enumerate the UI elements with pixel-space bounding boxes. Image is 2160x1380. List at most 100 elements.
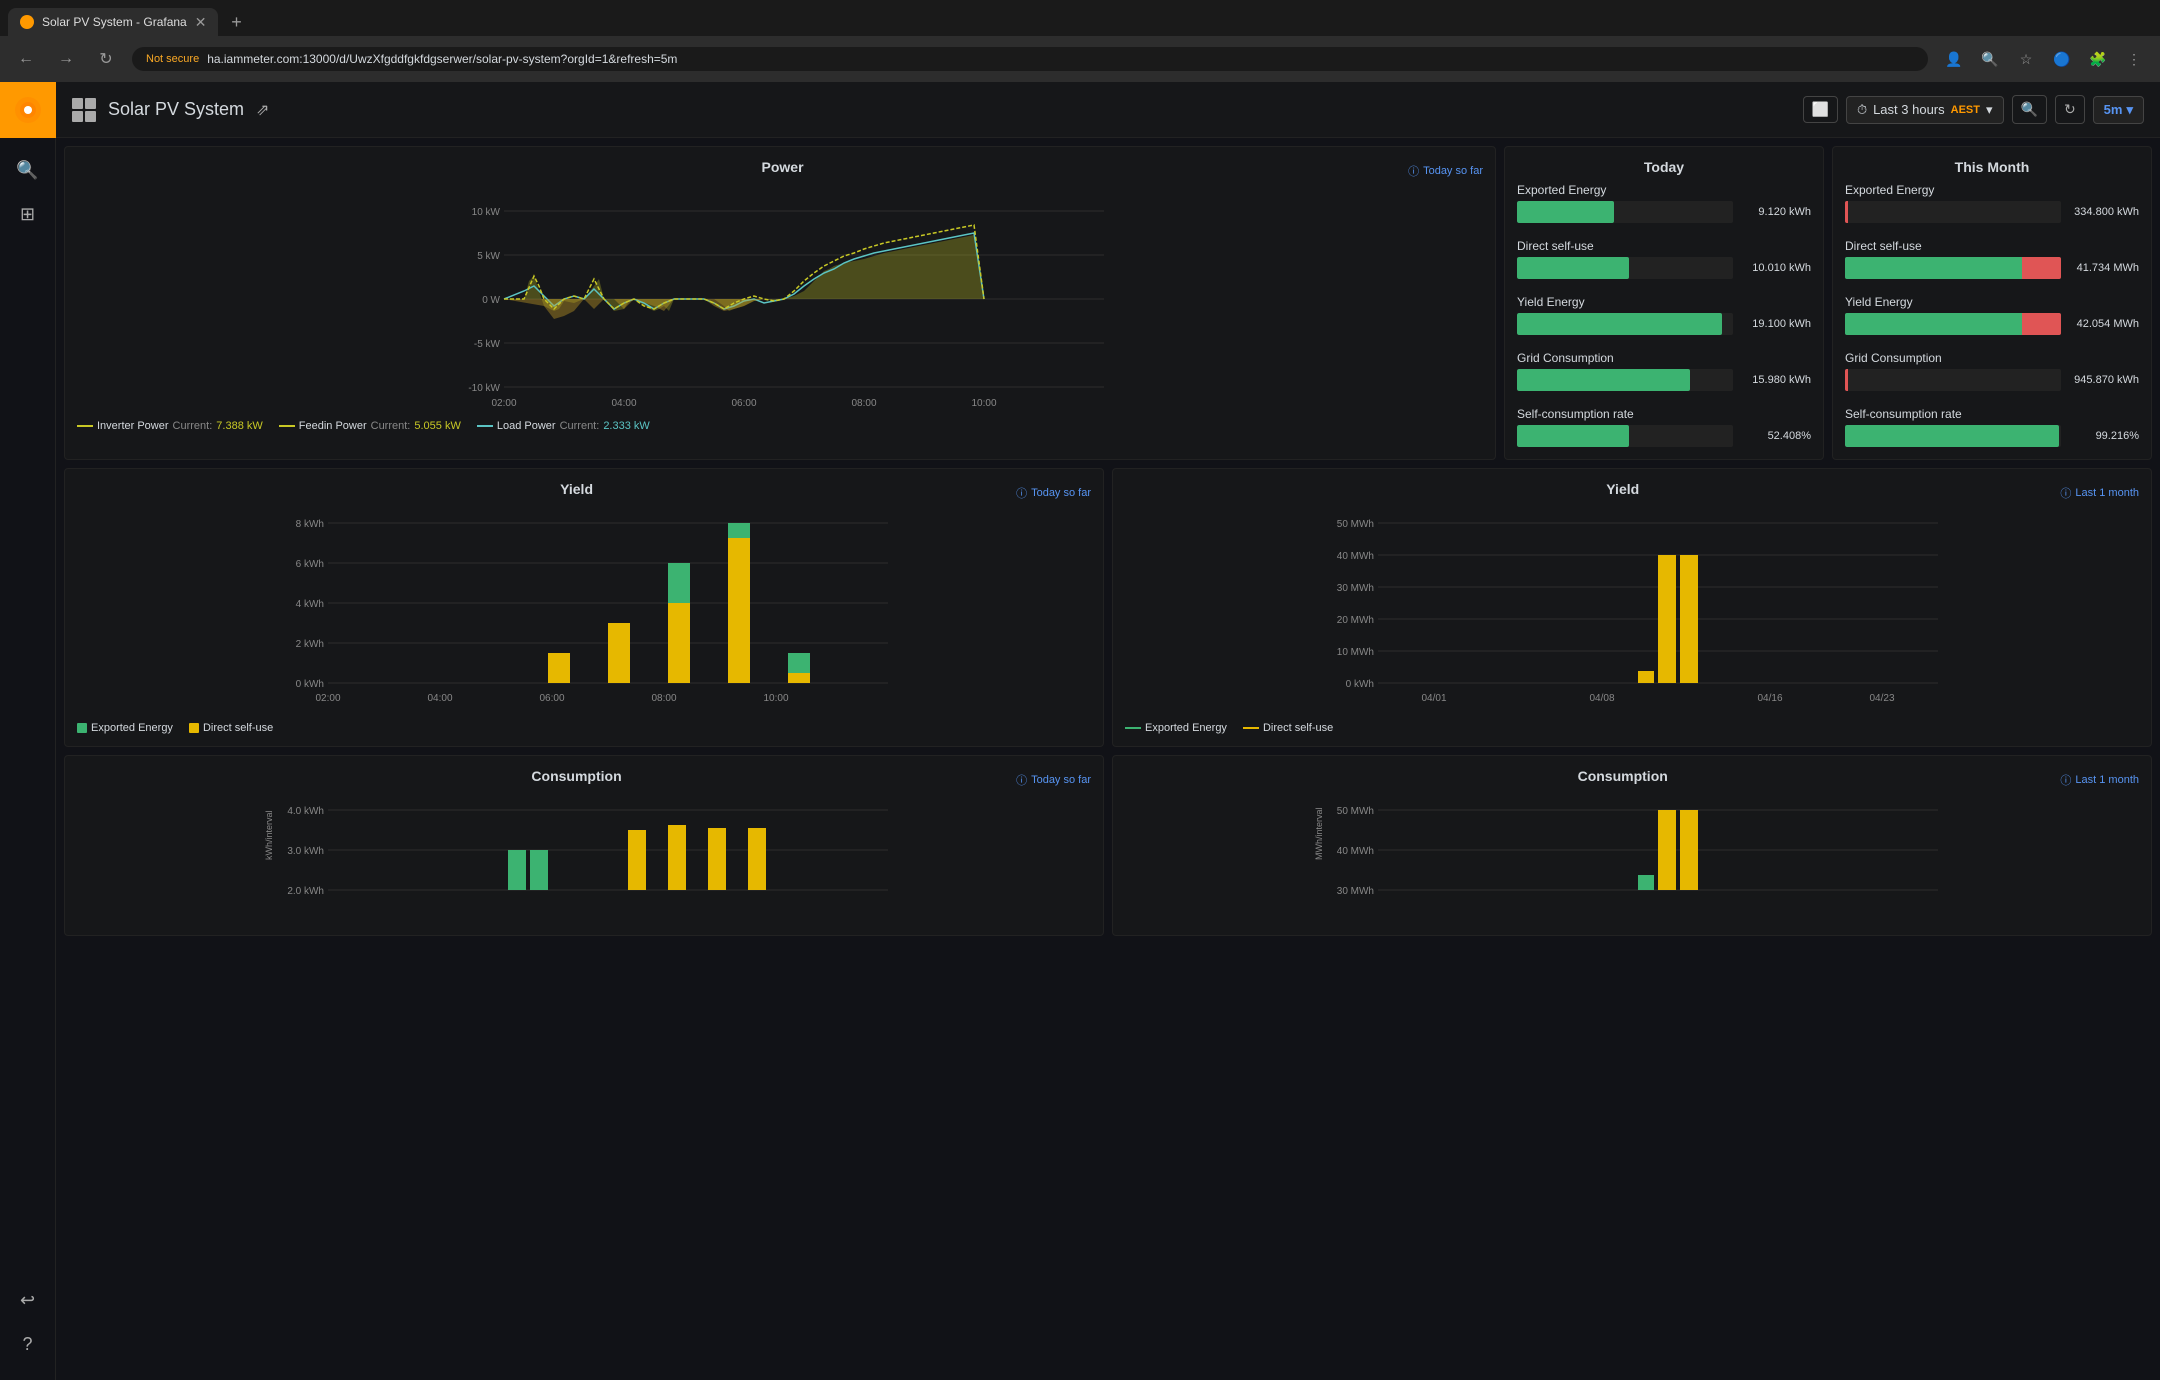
cons-today-bar-6 [748,828,766,890]
refresh-button[interactable]: ↻ [2055,95,2085,124]
new-tab-button[interactable]: + [222,8,250,36]
svg-text:5 kW: 5 kW [477,251,500,262]
svg-text:08:00: 08:00 [651,693,676,704]
month-grid-red-marker [1845,369,1848,391]
cons-today-bar-1 [508,850,526,890]
browser-chrome: Solar PV System - Grafana ✕ + ← → ↻ Not … [0,0,2160,82]
svg-text:0 kWh: 0 kWh [1346,679,1374,690]
left-sidebar: 🔍 ⊞ ↩ ? [0,82,56,1380]
yield-today-panel: Yield ⓘ Today so far [64,468,1104,747]
active-tab[interactable]: Solar PV System - Grafana ✕ [8,8,218,36]
extensions-icon[interactable]: 🧩 [2084,45,2112,73]
today-grid-value: 15.980 kWh [1741,374,1811,386]
yield-month-bar-2 [1680,555,1698,683]
consumption-today-panel: Consumption ⓘ Today so far 4.0 kWh 3.0 [64,755,1104,936]
bookmark-icon[interactable]: ☆ [2012,45,2040,73]
month-direct-value: 41.734 MWh [2069,262,2139,274]
month-grid-bar-row: 945.870 kWh [1845,369,2139,391]
direct-selfuse-month-label: Direct self-use [1263,722,1333,734]
svg-text:6 kWh: 6 kWh [296,559,324,570]
month-scr-label: Self-consumption rate [1845,407,2139,421]
today-exported-value: 9.120 kWh [1741,206,1811,218]
today-exported-bar-fill [1517,201,1614,223]
yield-today-svg: 8 kWh 6 kWh 4 kWh 2 kWh 0 kWh [125,513,1091,713]
month-yield-green-fill [1845,313,2022,335]
yield-month-bar-1 [1658,555,1676,683]
today-yield-bar-fill [1517,313,1722,335]
feedin-power-line-icon [279,425,295,427]
exported-energy-month-label: Exported Energy [1145,722,1227,734]
url-bar[interactable]: Not secure ha.iammeter.com:13000/d/UwzXf… [132,47,1928,71]
sidebar-item-dashboards[interactable]: ⊞ [8,194,48,234]
today-panel: Today Exported Energy 9.120 kWh [1504,146,1824,460]
today-grid-consumption: Grid Consumption 15.980 kWh [1517,351,1811,391]
zoom-out-button[interactable]: 🔍 [2012,95,2047,124]
forward-button[interactable]: → [52,50,80,68]
grafana-app: 🔍 ⊞ ↩ ? Solar PV System ⇗ ⬜ ⏱ Last 3 hou… [0,82,2160,1380]
svg-text:kWh/interval: kWh/interval [264,810,274,860]
time-picker[interactable]: ⏱ Last 3 hours AEST ▾ [1846,96,2004,124]
consumption-today-header: Consumption ⓘ Today so far [77,768,1091,792]
power-info-icon: ⓘ [1408,163,1419,179]
sidebar-item-search[interactable]: 🔍 [8,150,48,190]
this-month-panel: This Month Exported Energy 334.800 kWh [1832,146,2152,460]
yield-month-svg: 50 MWh 40 MWh 30 MWh 20 MWh 10 MWh 0 kWh [1177,513,2139,713]
browser-toolbar: 👤 🔍 ☆ 🔵 🧩 ⋮ [1940,45,2148,73]
svg-text:20 MWh: 20 MWh [1337,615,1374,626]
cons-month-bar-3 [1638,875,1654,890]
dashboard-grid-icon [72,98,96,122]
extension-icon[interactable]: 🔵 [2048,45,2076,73]
svg-text:04:00: 04:00 [427,693,452,704]
row-yield: Yield ⓘ Today so far [64,468,2152,747]
month-scr-bar-fill [1845,425,2059,447]
yield-bar-yellow-4 [728,538,750,683]
tab-favicon [20,15,34,29]
legend-direct-selfuse-yield: Direct self-use [189,722,273,734]
tv-mode-button[interactable]: ⬜ [1803,96,1838,123]
svg-text:04/16: 04/16 [1757,693,1782,704]
today-stats: Exported Energy 9.120 kWh Direct self-us… [1517,183,1811,447]
grafana-logo[interactable] [0,82,56,138]
sidebar-item-help[interactable]: ? [8,1324,48,1364]
svg-text:30 MWh: 30 MWh [1337,583,1374,594]
back-button[interactable]: ← [12,50,40,68]
svg-text:50 MWh: 50 MWh [1337,519,1374,530]
svg-text:10:00: 10:00 [763,693,788,704]
refresh-interval[interactable]: 5m ▾ [2093,96,2144,124]
consumption-today-subtitle: Today so far [1031,774,1091,786]
svg-text:-10 kW: -10 kW [468,383,500,394]
month-scr-value: 99.216% [2069,430,2139,442]
sidebar-item-back[interactable]: ↩ [8,1280,48,1320]
yield-month-bar-small [1638,671,1654,683]
legend-load-power: Load Power Current: 2.333 kW [477,420,650,432]
power-legend: Inverter Power Current: 7.388 kW Feedin … [77,420,1483,432]
tab-close-button[interactable]: ✕ [195,14,207,31]
svg-text:04:00: 04:00 [611,398,636,409]
today-yield-bar-row: 19.100 kWh [1517,313,1811,335]
profile-icon[interactable]: 👤 [1940,45,1968,73]
month-direct-bar-bg [1845,257,2061,279]
yield-today-header: Yield ⓘ Today so far [77,481,1091,505]
consumption-month-svg: 50 MWh 40 MWh 30 MWh MWh/interval [1177,800,2139,920]
share-icon[interactable]: ⇗ [256,100,269,120]
month-yield-label: Yield Energy [1845,295,2139,309]
yield-today-title: Yield [137,481,1016,497]
svg-text:2 kWh: 2 kWh [296,639,324,650]
month-exported-bar-row: 334.800 kWh [1845,201,2139,223]
legend-direct-selfuse-month: Direct self-use [1243,722,1333,734]
menu-icon[interactable]: ⋮ [2120,45,2148,73]
month-grid-consumption: Grid Consumption 945.870 kWh [1845,351,2139,391]
svg-text:-5 kW: -5 kW [474,339,501,350]
svg-text:08:00: 08:00 [851,398,876,409]
reload-button[interactable]: ↻ [92,49,120,69]
inverter-power-line-icon [77,425,93,427]
month-direct-green-fill [1845,257,2022,279]
month-exported-label: Exported Energy [1845,183,2139,197]
power-panel-subtitle: Today so far [1423,165,1483,177]
today-grid-bar-fill [1517,369,1690,391]
direct-selfuse-month-icon [1243,727,1259,729]
yield-month-panel: Yield ⓘ Last 1 month [1112,468,2152,747]
search-icon[interactable]: 🔍 [1976,45,2004,73]
svg-text:10:00: 10:00 [971,398,996,409]
today-grid-bar-bg [1517,369,1733,391]
